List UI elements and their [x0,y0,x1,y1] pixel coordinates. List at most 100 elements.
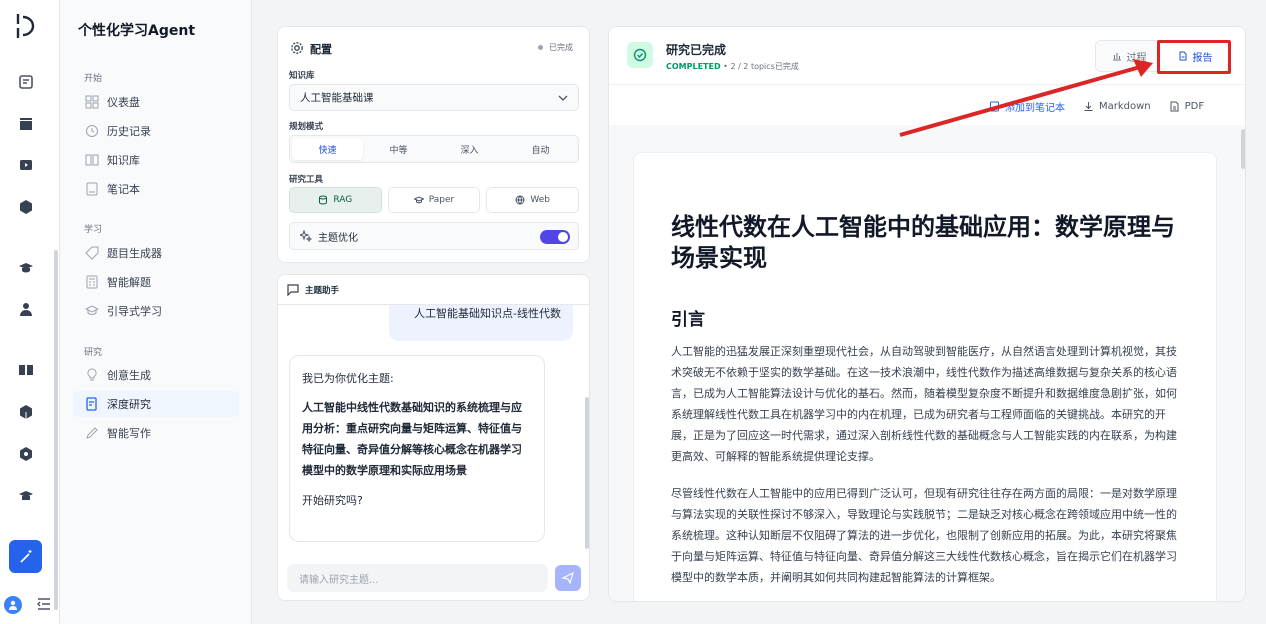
nav-sidebar: 个性化学习Agent 开始 仪表盘 历史记录 知识库 笔记本 学习 题目生成器 … [60,0,252,624]
chat-bubble-icon [287,283,299,296]
kb-selected-value: 人工智能基础课 [300,92,374,104]
bot-question: 开始研究吗? [302,494,363,507]
planning-mode-segmented: 快速 中等 深入 自动 [289,135,579,163]
sidebar-item-deep-research[interactable]: 深度研究 [73,391,239,417]
sparkles-icon [300,230,312,242]
sidebar-item-smart-writing[interactable]: 智能写作 [73,420,239,446]
gear-icon [291,42,303,54]
mode-label: 规划模式 [289,122,324,132]
sidebar-item-label: 深度研究 [107,398,151,411]
lightbulb-icon [87,368,97,381]
sidebar-item-dashboard[interactable]: 仪表盘 [73,89,239,115]
tools-label: 研究工具 [289,175,324,185]
tool-label: Web [530,195,550,205]
annotation-arrow-icon [899,59,1153,137]
icon-rail [0,0,60,624]
sidebar-item-label: 引导式学习 [107,305,162,318]
graduation-icon [413,196,424,204]
globe-icon [515,195,525,205]
database-icon [319,195,328,205]
report-paragraph: 人工智能的迅猛发展正深刻重塑现代社会，从自动驾驶到智能医疗，从自然语言处理到计算… [671,345,1177,463]
sidebar-item-question-generator[interactable]: 题目生成器 [73,240,239,266]
sidebar-item-label: 知识库 [107,154,140,167]
report-paragraph: 尽管线性代数在人工智能中的应用已得到广泛认可，但现有研究往往存在两方面的局限：一… [671,487,1177,584]
research-topic-input[interactable]: 请输入研究主题... [287,564,548,592]
sidebar-item-label: 智能解题 [107,276,151,289]
mode-option-deep[interactable]: 深入 [434,138,505,160]
mode-option-auto[interactable]: 自动 [505,138,576,160]
user-icon[interactable] [16,299,36,319]
mode-option-fast[interactable]: 快速 [292,138,363,160]
notebook-icon [86,182,98,196]
assistant-title: 主题助手 [305,285,340,296]
sidebar-item-idea-generation[interactable]: 创意生成 [73,362,239,388]
tool-rag-button[interactable]: RAG [289,187,382,213]
check-circle-icon [627,42,653,68]
tag-icon [85,246,99,260]
mode-option-medium[interactable]: 中等 [363,138,434,160]
section-label-start: 开始 [84,74,103,84]
sidebar-item-guided-learning[interactable]: 引导式学习 [73,298,239,324]
sidebar-item-history[interactable]: 历史记录 [73,118,239,144]
app-title: 个性化学习Agent [78,23,196,39]
sidebar-item-label: 仪表盘 [107,96,140,109]
kb-label: 知识库 [289,71,315,81]
box-icon[interactable] [16,402,36,422]
chevron-down-icon [558,95,568,101]
video-icon[interactable] [16,155,36,175]
topic-optimization-row: 主题优化 [289,222,579,250]
report-body: 线性代数在人工智能中的基础应用：数学原理与场景实现 引言 人工智能的迅猛发展正深… [609,125,1245,601]
status-badge: 已完成 [549,43,573,52]
section-label-research: 研究 [84,348,103,358]
send-button[interactable] [555,565,581,591]
cap-icon[interactable] [16,486,36,506]
graduation-cap-icon[interactable] [16,258,36,278]
chat-scrollbar[interactable] [585,397,589,549]
topic-optimization-toggle[interactable] [540,230,570,244]
dashboard-icon[interactable] [16,72,36,92]
report-title: 线性代数在人工智能中的基础应用：数学原理与场景实现 [671,213,1175,272]
tool-label: RAG [333,195,353,205]
report-document: 线性代数在人工智能中的基础应用：数学原理与场景实现 引言 人工智能的迅猛发展正深… [633,152,1217,601]
tool-web-button[interactable]: Web [486,187,580,213]
avatar[interactable] [4,596,22,614]
sidebar-item-knowledge-base[interactable]: 知识库 [73,147,239,173]
sidebar-item-label: 创意生成 [107,369,151,382]
sidebar-item-label: 历史记录 [107,125,151,138]
config-title: 配置 [310,43,332,56]
cube-outline-icon[interactable] [16,444,36,464]
collapse-sidebar-icon[interactable] [36,596,52,612]
report-scrollbar[interactable] [1241,129,1245,169]
clapper-icon[interactable] [16,114,36,134]
sidebar-item-smart-solver[interactable]: 智能解题 [73,269,239,295]
config-status: 已完成 [538,42,573,53]
app-logo-icon[interactable] [14,12,42,40]
topic-opt-label: 主题优化 [318,232,358,244]
graduation-icon [85,305,99,315]
sidebar-item-label: 笔记本 [107,183,140,196]
file-pdf-icon [1170,101,1179,112]
knowledge-base-select[interactable]: 人工智能基础课 [289,84,579,111]
bot-topic: 人工智能中线性代数基础知识的系统梳理与应用分析：重点研究向量与矩阵运算、特征值与… [302,401,522,477]
pen-icon [86,427,98,439]
clock-icon [86,125,98,137]
book-open-icon[interactable] [16,360,36,380]
cube-icon[interactable] [16,197,36,217]
intro-heading: 引言 [671,310,705,330]
download-pdf-button[interactable]: PDF [1169,99,1204,114]
book-icon [85,154,99,166]
grid-icon [85,95,99,109]
magic-wand-icon[interactable] [9,540,42,573]
sidebar-item-notebook[interactable]: 笔记本 [73,176,239,202]
rail-scrollbar[interactable] [54,250,58,610]
topic-assistant-panel: 人工智能基础知识点-线性代数 主题助手 我已为你优化主题: 人工智能中线性代数基… [277,274,590,601]
config-panel: 配置 已完成 知识库 人工智能基础课 规划模式 快速 中等 深入 自动 研究工具… [277,26,590,263]
status-subtitle: COMPLETED • 2 / 2 topics已完成 [666,61,799,72]
status-dot [538,45,543,50]
send-icon [562,572,574,584]
tool-paper-button[interactable]: Paper [387,187,481,213]
status-title: 研究已完成 [666,43,727,57]
assistant-message: 我已为你优化主题: 人工智能中线性代数基础知识的系统梳理与应用分析：重点研究向量… [289,355,545,542]
section-label-learn: 学习 [84,225,103,235]
highlight-box [1157,40,1231,74]
